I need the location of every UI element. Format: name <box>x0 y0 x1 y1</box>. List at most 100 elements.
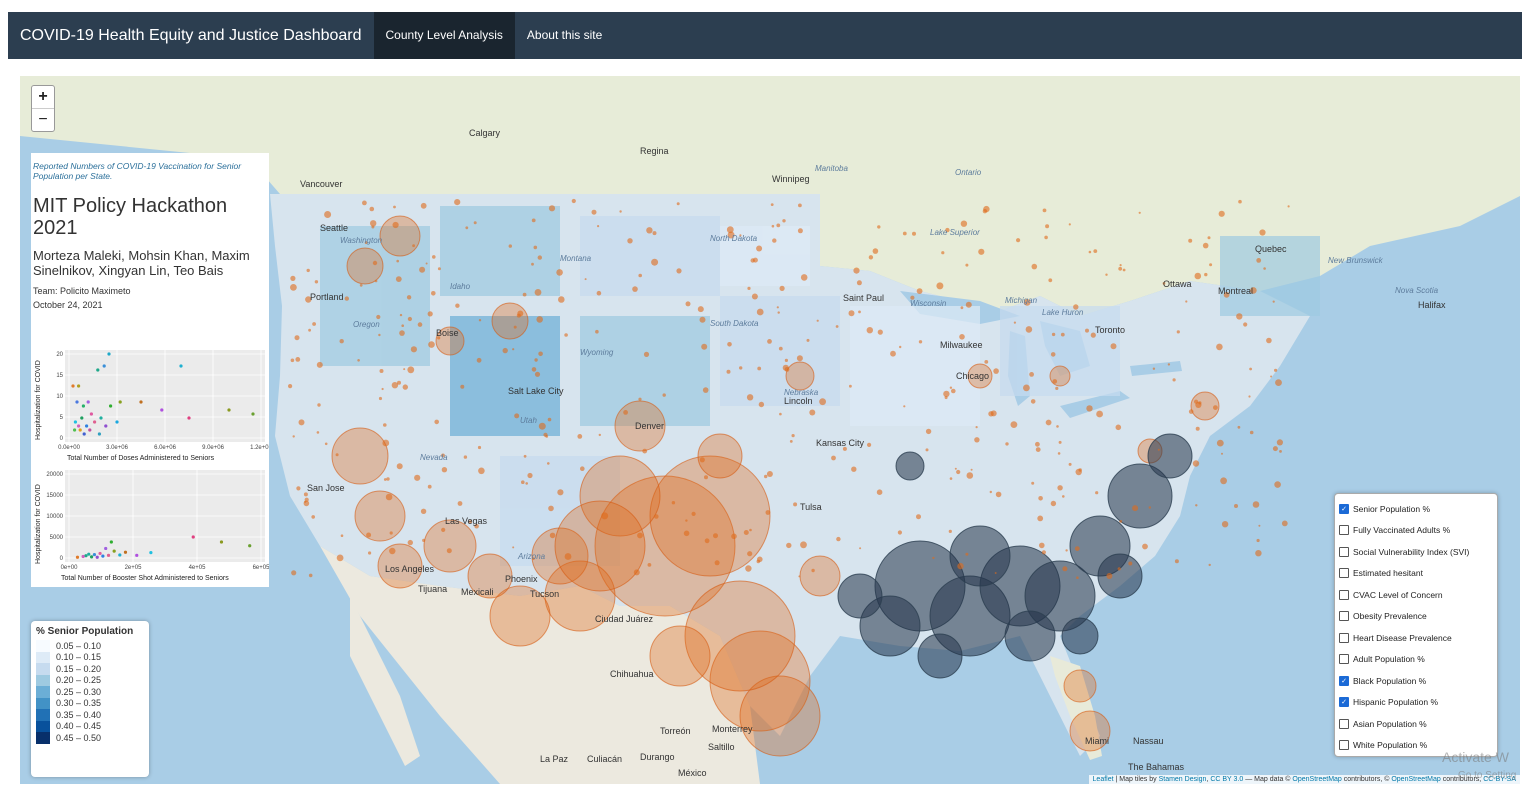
checkbox-unchecked-icon[interactable] <box>1339 632 1349 643</box>
county-dot <box>473 221 477 225</box>
place-seattle: Seattle <box>320 223 349 233</box>
county-dot <box>899 345 902 349</box>
county-dot <box>916 514 921 520</box>
checkbox-unchecked-icon[interactable] <box>1339 654 1349 665</box>
region-north-dakota: North Dakota <box>710 234 758 243</box>
place-torreon: Torreón <box>660 726 691 736</box>
county-dot <box>956 469 961 475</box>
county-dot <box>537 255 542 260</box>
county-dot <box>632 286 638 292</box>
checkbox-unchecked-icon[interactable] <box>1339 718 1349 729</box>
legend-label: 0.30 – 0.35 <box>56 698 102 709</box>
scatter-point <box>118 553 122 557</box>
region-nova-scotia: Nova Scotia <box>1395 286 1439 295</box>
map[interactable]: + − Calgary Regina Winnipeg Vancouver Se… <box>20 76 1520 784</box>
layer-toggle[interactable]: Adult Population % <box>1339 649 1497 671</box>
county-dot <box>601 512 609 520</box>
county-dot <box>756 559 761 564</box>
scatter-point <box>98 551 102 556</box>
checkbox-unchecked-icon[interactable] <box>1339 568 1349 579</box>
place-la-paz: La Paz <box>540 754 569 764</box>
county-dot <box>1035 441 1040 447</box>
county-dot <box>747 551 753 557</box>
region-lake-superior: Lake Superior <box>930 228 980 237</box>
tab-county-level-analysis[interactable]: County Level Analysis <box>373 12 515 59</box>
app-title[interactable]: COVID-19 Health Equity and Justice Dashb… <box>8 12 374 59</box>
place-mexicali: Mexicali <box>461 587 494 597</box>
zoom-in-button[interactable]: + <box>32 86 54 109</box>
county-dot <box>512 348 515 351</box>
layer-toggle[interactable]: Heart Disease Prevalence <box>1339 627 1497 649</box>
osm-link-2[interactable]: OpenStreetMap <box>1391 776 1440 783</box>
county-dot <box>916 288 923 294</box>
checkbox-unchecked-icon[interactable] <box>1339 525 1349 536</box>
county-dot <box>1088 250 1092 254</box>
county-dot <box>386 477 390 481</box>
tab-about-this-site[interactable]: About this site <box>515 12 614 59</box>
county-dot <box>776 223 781 228</box>
county-dot <box>746 394 754 401</box>
stamen-link[interactable]: Stamen Design <box>1159 776 1207 783</box>
leaflet-link[interactable]: Leaflet <box>1093 776 1114 783</box>
scatter-point <box>251 412 255 416</box>
place-portland: Portland <box>310 292 344 302</box>
checkbox-checked-icon[interactable]: ✓ <box>1339 675 1349 686</box>
county-dot <box>743 530 749 535</box>
osm-link-1[interactable]: OpenStreetMap <box>1292 776 1341 783</box>
county-dot <box>393 205 396 209</box>
layer-toggle[interactable]: ✓ Hispanic Population % <box>1339 692 1497 714</box>
layer-toggle[interactable]: Asian Population % <box>1339 713 1497 735</box>
layer-toggle[interactable]: CVAC Level of Concern <box>1339 584 1497 606</box>
layer-toggle[interactable]: ✓ Black Population % <box>1339 670 1497 692</box>
county-dot <box>1152 367 1156 370</box>
county-dot <box>288 384 293 389</box>
county-dot <box>399 330 405 336</box>
layer-toggle[interactable]: ✓ Senior Population % <box>1339 498 1497 520</box>
county-dot <box>903 405 906 408</box>
checkbox-unchecked-icon[interactable] <box>1339 546 1349 557</box>
layer-toggle[interactable]: Obesity Prevalence <box>1339 606 1497 628</box>
county-dot <box>557 489 564 496</box>
county-dot <box>385 493 393 501</box>
checkbox-unchecked-icon[interactable] <box>1339 740 1349 751</box>
checkbox-unchecked-icon[interactable] <box>1339 611 1349 622</box>
county-dot <box>957 562 964 570</box>
layer-toggle[interactable]: Estimated hesitant <box>1339 563 1497 585</box>
county-dot <box>548 205 556 212</box>
county-dot <box>1016 238 1021 243</box>
county-dot <box>446 548 452 554</box>
cc-by-link[interactable]: CC BY 3.0 <box>1210 776 1243 783</box>
county-dot <box>1274 481 1281 488</box>
layer-label: White Population % <box>1353 740 1428 751</box>
checkbox-checked-icon[interactable]: ✓ <box>1339 503 1349 514</box>
county-dot <box>623 410 628 415</box>
legend-label: 0.25 – 0.30 <box>56 686 102 697</box>
county-dot <box>1209 263 1213 267</box>
county-dot <box>556 269 563 276</box>
county-dot <box>290 358 295 363</box>
county-dot <box>531 218 536 223</box>
county-dot <box>514 413 520 419</box>
scatter-point <box>84 554 88 558</box>
checkbox-unchecked-icon[interactable] <box>1339 589 1349 600</box>
legend-item: 0.40 – 0.45 <box>31 720 149 732</box>
county-dot <box>303 500 310 507</box>
county-dot <box>749 528 752 532</box>
county-dot <box>378 333 381 337</box>
checkbox-checked-icon[interactable]: ✓ <box>1339 697 1349 708</box>
county-dot <box>381 387 384 391</box>
county-dot <box>777 311 780 314</box>
county-dot <box>1051 332 1056 337</box>
layer-toggle[interactable]: Social Vulnerability Index (SVI) <box>1339 541 1497 563</box>
county-dot <box>966 472 974 479</box>
layer-toggle[interactable]: Fully Vaccinated Adults % <box>1339 520 1497 542</box>
county-dot <box>564 333 568 337</box>
place-culiacan: Culiacán <box>587 754 623 764</box>
county-dot <box>1052 379 1058 384</box>
zoom-out-button[interactable]: − <box>32 109 54 131</box>
county-dot <box>647 563 652 567</box>
place-tulsa: Tulsa <box>800 502 822 512</box>
county-dot <box>1132 505 1139 512</box>
county-dot <box>1204 272 1208 277</box>
county-dot <box>912 231 916 236</box>
